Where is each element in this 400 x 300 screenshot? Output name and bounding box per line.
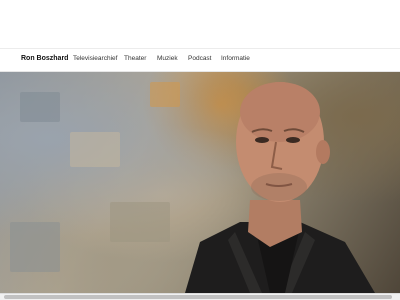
top-spacer [0, 0, 400, 48]
nav-item-muziek[interactable]: Muziek [157, 55, 178, 62]
portrait-figure [185, 82, 375, 293]
main-navigation: Ron Boszhard Televisiearchief Theater Mu… [0, 48, 400, 72]
scrollbar-thumb[interactable] [4, 295, 392, 299]
hero-image [0, 72, 400, 293]
horizontal-scrollbar[interactable] [0, 293, 400, 300]
nav-item-podcast[interactable]: Podcast [188, 55, 212, 62]
nav-item-theater[interactable]: Theater [124, 55, 146, 62]
nav-item-televisiearchief[interactable]: Televisiearchief [73, 55, 117, 62]
nav-item-informatie[interactable]: Informatie [221, 55, 250, 62]
site-brand[interactable]: Ron Boszhard [21, 55, 68, 62]
